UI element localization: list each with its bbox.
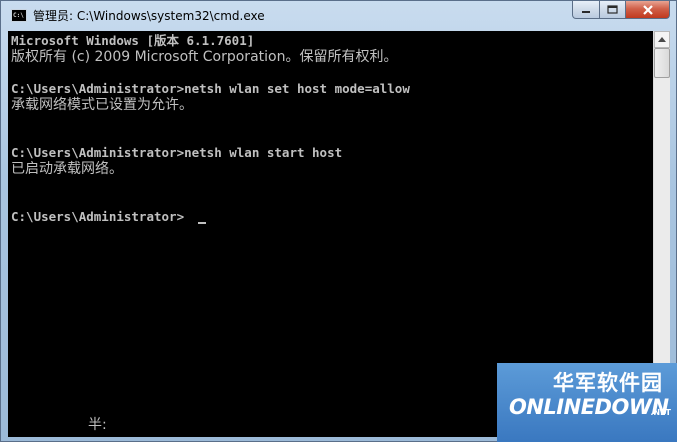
console-line: 版权所有 (c) 2009 Microsoft Corporation。保留所有… [11, 49, 398, 65]
title-bar[interactable]: C:\ 管理员: C:\Windows\system32\cmd.exe [1, 1, 676, 31]
maximize-button[interactable] [600, 1, 626, 19]
window-title: 管理员: C:\Windows\system32\cmd.exe [33, 9, 265, 23]
close-icon [642, 4, 653, 15]
scroll-up-button[interactable] [654, 31, 670, 48]
arrow-up-icon [658, 37, 666, 42]
minimize-icon [582, 10, 590, 13]
watermark-en-text: ONLINEDOWN [509, 395, 669, 419]
console-line: Microsoft Windows [版本 6.1.7601] [11, 33, 255, 48]
console-line: C:\Users\Administrator>netsh wlan set ho… [11, 81, 410, 96]
cmd-icon[interactable]: C:\ [11, 9, 27, 22]
onlinedown-watermark: 华军软件园 ONLINEDOWN .NET [497, 363, 677, 442]
minimize-button[interactable] [572, 1, 600, 19]
console-line: 已启动承载网络。 [11, 161, 123, 177]
ime-status: 半: [88, 417, 107, 433]
console-line: 承载网络模式已设置为允许。 [11, 97, 193, 113]
watermark-cn-text: 华军软件园 [553, 371, 663, 395]
close-button[interactable] [626, 1, 670, 19]
console-prompt: C:\Users\Administrator> [11, 209, 185, 224]
maximize-icon [607, 5, 618, 14]
scroll-thumb[interactable] [654, 48, 670, 78]
text-cursor [198, 222, 206, 224]
console-line: C:\Users\Administrator>netsh wlan start … [11, 145, 343, 160]
watermark-suffix: .NET [650, 408, 671, 417]
window-controls [572, 1, 670, 19]
